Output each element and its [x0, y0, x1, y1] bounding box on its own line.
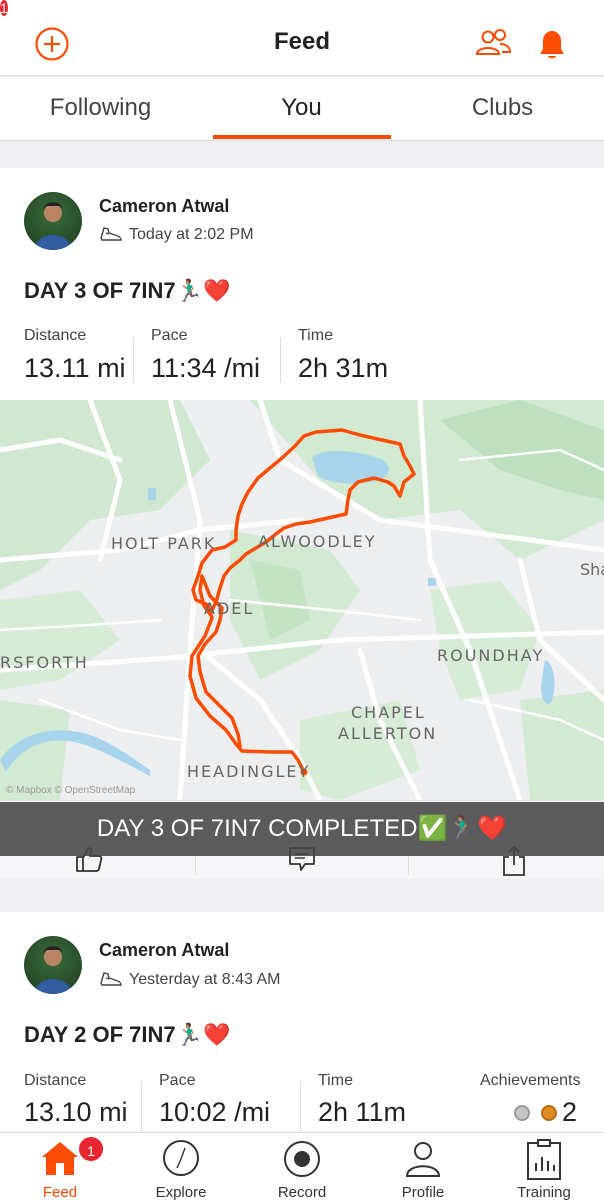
active-tab-indicator	[213, 135, 391, 139]
feed-notification-badge: 1	[77, 1135, 105, 1163]
tab-clubs[interactable]: Clubs	[402, 77, 603, 141]
map-label: ALLERTON	[338, 724, 438, 743]
stat-divider	[141, 1082, 142, 1132]
nav-label: Training	[517, 1184, 571, 1200]
nav-training[interactable]: Training	[484, 1133, 604, 1200]
compass-icon	[163, 1140, 199, 1176]
stat-label-distance: Distance	[24, 327, 87, 344]
stat-divider	[133, 338, 134, 382]
stat-value-distance: 13.10 mi	[24, 1097, 128, 1127]
stat-value-pace: 10:02 /mi	[159, 1097, 271, 1127]
athlete-name[interactable]: Cameron Atwal	[99, 196, 229, 217]
notification-badge: 1	[0, 0, 8, 16]
running-shoe-icon	[100, 227, 122, 241]
stat-label-distance: Distance	[24, 1072, 87, 1089]
stat-label-time: Time	[318, 1072, 353, 1089]
running-shoe-icon	[100, 972, 122, 986]
nav-label: Explore	[155, 1184, 207, 1200]
nav-label: Profile	[401, 1184, 445, 1200]
map-background	[0, 400, 604, 800]
feed-tabs: Following You Clubs	[0, 77, 604, 141]
stat-value-distance: 13.11 mi	[24, 353, 126, 383]
notifications-bell-icon[interactable]	[535, 26, 569, 62]
stat-value-pace: 11:34 /mi	[151, 353, 261, 383]
activity-card[interactable]: Cameron Atwal Yesterday at 8:43 AM DAY 2…	[0, 912, 604, 1132]
map-label: ADEL	[204, 599, 255, 618]
stat-value-achievements: 2	[562, 1097, 578, 1127]
nav-label: Feed	[42, 1184, 78, 1200]
timestamp-text: Yesterday at 8:43 AM	[129, 971, 281, 988]
map-label: ALWOODLEY	[258, 532, 377, 551]
map-label: Sha	[580, 560, 604, 579]
activity-timestamp: Yesterday at 8:43 AM	[99, 971, 281, 989]
route-map[interactable]: HOLT PARK ALWOODLEY ADEL RSFORTH ROUNDHA…	[0, 400, 604, 800]
bronze-medal-icon	[541, 1105, 557, 1121]
timestamp-text: Today at 2:02 PM	[129, 226, 254, 243]
profile-icon	[405, 1142, 441, 1177]
activity-title[interactable]: DAY 2 OF 7IN7🏃🏽‍♂️❤️	[24, 1022, 230, 1048]
nav-explore[interactable]: Explore	[121, 1133, 241, 1200]
activity-card[interactable]: Cameron Atwal Today at 2:02 PM DAY 3 OF …	[0, 168, 604, 878]
activity-timestamp: Today at 2:02 PM	[99, 226, 254, 244]
top-bar: Feed	[0, 0, 604, 76]
map-label: HEADINGLEY	[187, 762, 311, 781]
page-title: Feed	[273, 28, 330, 55]
nav-profile[interactable]: Profile	[363, 1133, 483, 1200]
stat-label-achievements: Achievements	[480, 1072, 581, 1089]
tab-you[interactable]: You	[201, 77, 402, 141]
map-attribution[interactable]: © Mapbox © OpenStreetMap	[6, 785, 135, 796]
home-icon	[42, 1142, 78, 1175]
map-label: ROUNDHAY	[437, 646, 545, 665]
avatar[interactable]	[24, 936, 82, 994]
stat-value-time: 2h 31m	[298, 353, 389, 383]
activity-title[interactable]: DAY 3 OF 7IN7🏃🏽‍♂️❤️	[24, 278, 230, 304]
map-label: RSFORTH	[0, 653, 89, 672]
map-label: HOLT PARK	[111, 534, 217, 553]
athlete-name[interactable]: Cameron Atwal	[99, 940, 229, 961]
find-friends-icon[interactable]	[473, 27, 513, 59]
story-caption-overlay: DAY 3 OF 7IN7 COMPLETED✅🏃🏽‍♂️❤️	[0, 802, 604, 856]
stat-divider	[300, 1082, 301, 1132]
record-icon	[284, 1141, 320, 1177]
stat-label-time: Time	[298, 327, 333, 344]
map-label: CHAPEL	[351, 703, 426, 722]
avatar[interactable]	[24, 192, 82, 250]
stat-value-time: 2h 11m	[318, 1097, 407, 1127]
silver-medal-icon	[514, 1105, 530, 1121]
nav-label: Record	[277, 1184, 327, 1200]
stat-label-pace: Pace	[159, 1072, 196, 1089]
tab-following[interactable]: Following	[0, 77, 201, 141]
nav-record[interactable]: Record	[242, 1133, 362, 1200]
stat-label-pace: Pace	[151, 327, 188, 344]
training-icon	[527, 1139, 561, 1180]
stat-divider	[280, 338, 281, 382]
